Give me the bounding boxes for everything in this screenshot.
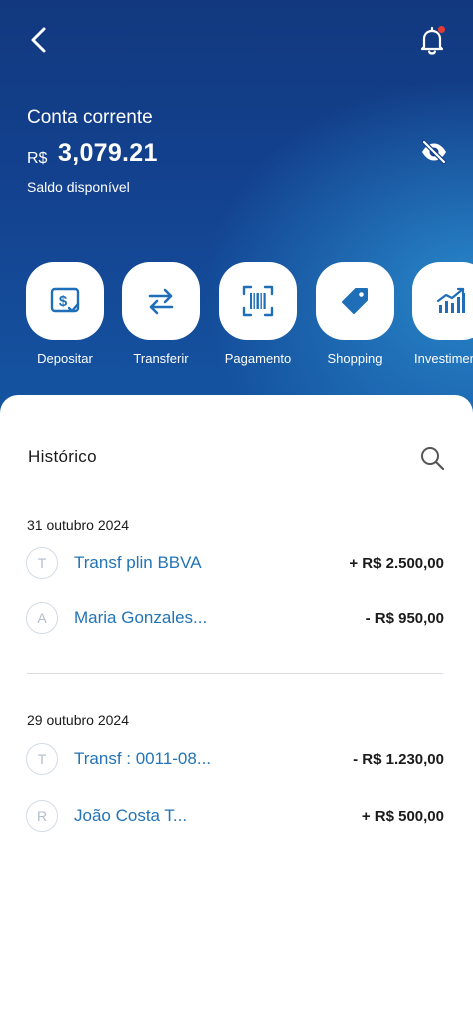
transfer-tile [122,262,200,340]
transaction-avatar: A [26,602,58,634]
account-header: Conta corrente R$ 3,079.21 Saldo disponí… [0,0,473,430]
transaction-name: Transf : 0011-08... [74,749,212,768]
history-date: 29 outubro 2024 [27,712,129,728]
shopping-tile [316,262,394,340]
transaction-amount: + R$ 500,00 [361,808,444,825]
toggle-balance-visibility-button[interactable] [419,137,449,167]
transaction-name: Transf plin BBVA [74,553,202,572]
eye-off-icon [421,139,447,165]
action-label: Investimentos [414,351,473,366]
search-icon [421,447,445,471]
notifications-button[interactable] [416,24,450,58]
available-balance-label: Saldo disponível [27,179,130,195]
transaction-amount: + R$ 2.500,00 [349,555,444,572]
bar-chart-icon [436,287,465,313]
account-balance: 3,079.21 [58,139,158,167]
transaction-name: João Costa T... [74,806,188,825]
history-title: Histórico [28,447,97,466]
group-divider [27,673,443,674]
chevron-left-icon [31,27,46,53]
payment-tile [219,262,297,340]
action-label: Depositar [37,351,93,366]
transaction-amount: - R$ 950,00 [365,610,444,627]
transaction-row[interactable]: T Transf plin BBVA + R$ 2.500,00 [26,547,444,581]
transaction-avatar: T [26,547,58,579]
history-panel: Histórico 31 outubro 2024 T Transf plin … [0,395,473,1024]
barcode-scan-icon [242,285,274,317]
transaction-avatar: R [26,800,58,832]
history-date: 31 outubro 2024 [27,517,129,533]
action-label: Transferir [133,351,189,366]
action-shopping[interactable]: Shopping [315,262,395,366]
action-investments[interactable]: Investimentos [411,262,473,366]
action-label: Shopping [327,351,383,366]
notification-dot [438,26,445,33]
transaction-row[interactable]: A Maria Gonzales... - R$ 950,00 [26,602,444,636]
currency-symbol: R$ [27,150,48,167]
deposit-icon: $ [50,287,80,313]
action-payment[interactable]: Pagamento [218,262,298,366]
transfer-arrows-icon [148,288,174,315]
transaction-name: Maria Gonzales... [74,608,208,627]
action-transfer[interactable]: Transferir [121,262,201,366]
transaction-amount: - R$ 1.230,00 [353,751,444,768]
action-deposit[interactable]: $ Depositar [25,262,105,366]
action-label: Pagamento [224,351,292,366]
transaction-row[interactable]: T Transf : 0011-08... - R$ 1.230,00 [26,743,444,777]
svg-text:$: $ [59,293,68,310]
transaction-avatar: T [26,743,58,775]
investments-tile [412,262,473,340]
tag-icon [342,288,368,314]
back-button[interactable] [24,24,56,56]
deposit-tile: $ [26,262,104,340]
account-title: Conta corrente [27,107,153,128]
history-search-button[interactable] [418,444,446,472]
transaction-row[interactable]: R João Costa T... + R$ 500,00 [26,800,444,834]
